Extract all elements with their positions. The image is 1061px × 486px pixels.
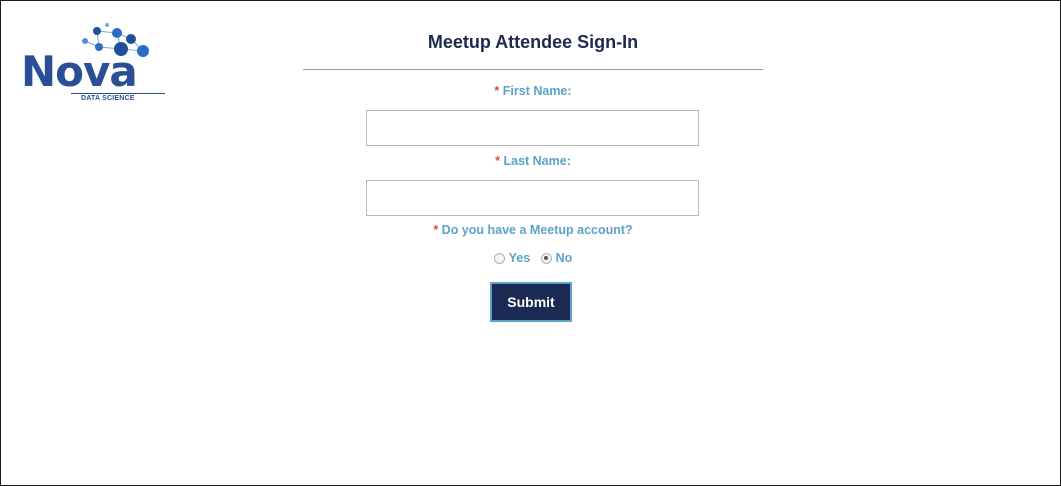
yes-radio-button[interactable] <box>493 252 505 264</box>
logo-subtitle: DATA SCIENCE <box>81 95 135 102</box>
submit-button[interactable]: Submit <box>490 282 572 322</box>
last-name-label-text: Last Name: <box>503 154 571 168</box>
first-name-input[interactable] <box>366 110 699 146</box>
required-marker: * <box>494 84 500 98</box>
last-name-input[interactable] <box>366 180 699 216</box>
radio-option-no[interactable]: No <box>540 251 573 265</box>
title-divider <box>303 69 763 70</box>
meetup-account-question: Do you have a Meetup account? <box>441 223 633 237</box>
nova-data-science-logo: Nova DATA SCIENCE <box>19 23 169 109</box>
no-radio-button[interactable] <box>540 252 552 264</box>
logo-wordmark: Nova <box>21 47 138 96</box>
required-marker: * <box>433 223 439 237</box>
first-name-label-text: First Name: <box>502 84 572 98</box>
radio-option-yes[interactable]: Yes <box>493 251 531 265</box>
no-radio-label[interactable]: No <box>556 251 573 265</box>
meetup-account-radio-group: Yes No <box>303 251 763 267</box>
page-frame: Nova DATA SCIENCE Meetup Attendee Sign-I… <box>0 0 1061 486</box>
last-name-label: * Last Name: <box>303 154 763 168</box>
first-name-label: * First Name: <box>303 84 763 98</box>
meetup-account-label: * Do you have a Meetup account? <box>303 223 763 237</box>
form-title: Meetup Attendee Sign-In <box>427 32 639 52</box>
yes-radio-label[interactable]: Yes <box>509 251 531 265</box>
required-marker: * <box>495 154 500 168</box>
logo-underline <box>71 93 165 94</box>
